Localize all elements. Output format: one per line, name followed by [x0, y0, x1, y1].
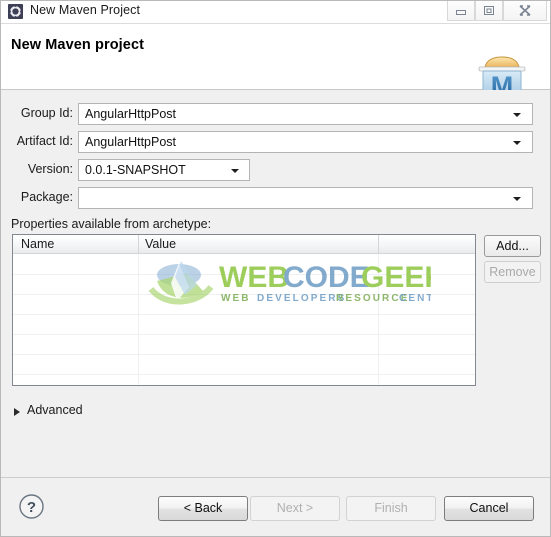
label-version: Version: [27, 162, 73, 176]
field-row-package: Package: [0, 187, 551, 209]
grid-line-horizontal [13, 294, 475, 295]
chevron-down-icon[interactable] [231, 169, 239, 173]
label-artifact-id: Artifact Id: [16, 134, 73, 148]
web-code-geeks-watermark: WEB CODE GEEKS WEB DEVELOPERS RESOURCE C… [141, 251, 466, 313]
package-combo[interactable] [78, 187, 533, 209]
svg-text:WEB: WEB [219, 261, 289, 294]
column-divider[interactable] [378, 235, 379, 253]
svg-text:GEEKS: GEEKS [361, 261, 431, 294]
field-row-artifact-id: Artifact Id: AngularHttpPost [0, 131, 551, 153]
group-id-combo[interactable]: AngularHttpPost [78, 103, 533, 125]
label-group-id: Group Id: [20, 106, 73, 120]
svg-text:CODE: CODE [283, 261, 370, 294]
chevron-down-icon[interactable] [513, 113, 521, 117]
properties-table[interactable]: Name Value WEB CODE GEE WEB DEVELOPERS R… [12, 234, 476, 386]
artifact-id-combo[interactable]: AngularHttpPost [78, 131, 533, 153]
chevron-down-icon[interactable] [513, 197, 521, 201]
help-circle-icon[interactable]: ? [18, 493, 45, 520]
title-bar: New Maven Project [0, 0, 551, 24]
version-value: 0.0.1-SNAPSHOT [85, 163, 186, 177]
svg-text:?: ? [27, 499, 36, 516]
column-header-name[interactable]: Name [21, 237, 54, 251]
dialog-body: Group Id: AngularHttpPost Artifact Id: A… [0, 90, 551, 477]
grid-line-horizontal [13, 354, 475, 355]
restore-icon[interactable] [475, 1, 503, 21]
grid-line-horizontal [13, 334, 475, 335]
remove-property-button: Remove [484, 261, 541, 283]
field-row-version: Version: 0.0.1-SNAPSHOT [0, 159, 551, 181]
back-button[interactable]: < Back [158, 496, 248, 521]
advanced-label: Advanced [27, 403, 83, 417]
maven-gear-icon [7, 3, 24, 20]
chevron-right-icon[interactable] [14, 408, 20, 416]
label-package: Package: [20, 190, 73, 204]
artifact-id-value: AngularHttpPost [85, 135, 177, 149]
chevron-down-icon[interactable] [513, 141, 521, 145]
finish-button: Finish [346, 496, 436, 521]
version-combo[interactable]: 0.0.1-SNAPSHOT [78, 159, 250, 181]
window-title: New Maven Project [30, 3, 141, 17]
column-divider[interactable] [138, 235, 139, 253]
cancel-button[interactable]: Cancel [444, 496, 534, 521]
dialog-footer: ? < Back Next > Finish Cancel [0, 477, 551, 537]
add-property-button[interactable]: Add... [484, 235, 541, 257]
group-id-value: AngularHttpPost [85, 107, 177, 121]
grid-line-horizontal [13, 374, 475, 375]
table-header: Name Value [13, 235, 475, 254]
wizard-header: New Maven project M [0, 24, 551, 101]
page-title: New Maven project [11, 37, 145, 53]
close-icon[interactable] [503, 1, 547, 21]
new-maven-project-dialog: New Maven Project New Maven project M Gr… [0, 0, 551, 537]
properties-section-label: Properties available from archetype: [11, 217, 212, 231]
field-row-group-id: Group Id: AngularHttpPost [0, 103, 551, 125]
grid-line-horizontal [13, 314, 475, 315]
minimize-icon[interactable] [447, 1, 475, 21]
column-header-value[interactable]: Value [145, 237, 176, 251]
grid-line-horizontal [13, 274, 475, 275]
next-button: Next > [250, 496, 340, 521]
